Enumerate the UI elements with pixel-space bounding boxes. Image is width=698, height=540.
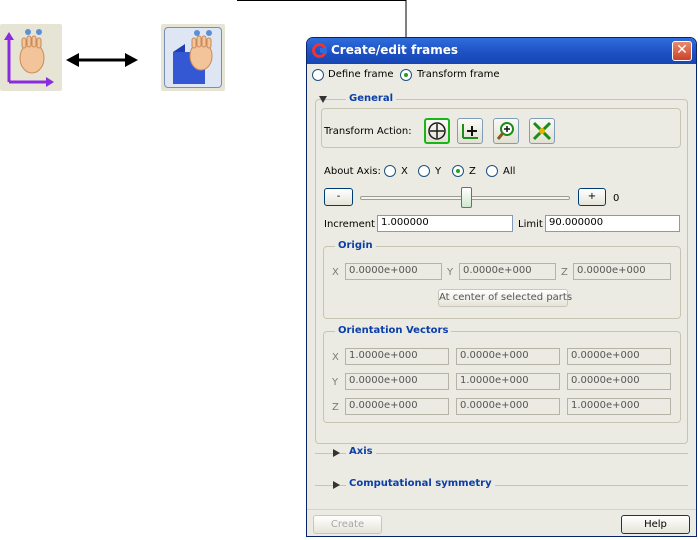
axis-z-radio[interactable] bbox=[452, 165, 464, 177]
origin-x-label: X bbox=[332, 267, 339, 278]
origin-y-field[interactable]: 0.0000e+000 bbox=[459, 263, 556, 280]
transform-frame-radio[interactable] bbox=[400, 69, 412, 81]
close-button[interactable]: ✕ bbox=[672, 41, 692, 61]
symmetry-section-title[interactable]: Computational symmetry bbox=[346, 478, 495, 489]
rotate-action-button[interactable] bbox=[424, 118, 450, 144]
limit-label: Limit bbox=[518, 219, 543, 230]
about-axis-label: About Axis: bbox=[324, 166, 381, 177]
create-edit-frames-window: Create/edit frames ✕ Define frame Transf… bbox=[306, 37, 697, 537]
orientation-cell[interactable]: 0.0000e+000 bbox=[345, 373, 449, 390]
zoom-icon bbox=[496, 122, 514, 140]
orientation-row-label: Y bbox=[332, 377, 339, 388]
translate-icon bbox=[462, 124, 478, 139]
define-frame-label: Define frame bbox=[328, 69, 394, 80]
title-bar[interactable]: Create/edit frames ✕ bbox=[307, 38, 696, 64]
increment-button[interactable]: + bbox=[578, 188, 606, 206]
axis-x-radio[interactable] bbox=[384, 165, 396, 177]
origin-z-field[interactable]: 0.0000e+000 bbox=[573, 263, 671, 280]
origin-title: Origin bbox=[335, 240, 376, 251]
limit-field[interactable]: 90.000000 bbox=[545, 215, 680, 232]
axis-all-label: All bbox=[503, 166, 516, 177]
orientation-cell[interactable]: 1.0000e+000 bbox=[345, 348, 449, 365]
at-center-button[interactable]: At center of selected parts bbox=[438, 289, 572, 307]
expand-symmetry-icon[interactable] bbox=[333, 481, 340, 489]
orientation-row-label: Z bbox=[332, 402, 339, 413]
axis-y-radio[interactable] bbox=[418, 165, 430, 177]
collapse-general-icon[interactable] bbox=[319, 96, 327, 103]
axis-x-label: X bbox=[401, 166, 408, 177]
define-frame-radio[interactable] bbox=[312, 69, 324, 81]
orientation-cell[interactable]: 1.0000e+000 bbox=[456, 373, 560, 390]
decrement-button[interactable]: - bbox=[324, 188, 353, 206]
orientation-cell[interactable]: 0.0000e+000 bbox=[456, 348, 560, 365]
orientation-title: Orientation Vectors bbox=[335, 325, 452, 336]
translate-action-button[interactable] bbox=[457, 118, 483, 144]
origin-x-field[interactable]: 0.0000e+000 bbox=[345, 263, 442, 280]
orientation-cell[interactable]: 1.0000e+000 bbox=[567, 398, 671, 415]
general-section-title[interactable]: General bbox=[346, 93, 396, 104]
origin-z-label: Z bbox=[561, 267, 568, 278]
orientation-cell[interactable]: 0.0000e+000 bbox=[567, 348, 671, 365]
increment-field[interactable]: 1.000000 bbox=[377, 215, 513, 232]
origin-y-label: Y bbox=[447, 267, 454, 278]
scale-icon bbox=[532, 121, 552, 141]
scale-action-button[interactable] bbox=[529, 118, 555, 144]
app-logo-icon bbox=[312, 43, 327, 58]
transform-frame-label: Transform frame bbox=[417, 69, 500, 80]
orientation-cell[interactable]: 0.0000e+000 bbox=[567, 373, 671, 390]
slider-value: 0 bbox=[613, 193, 620, 204]
rotate-icon bbox=[428, 122, 446, 140]
orientation-cell[interactable]: 0.0000e+000 bbox=[345, 398, 449, 415]
axis-section-title[interactable]: Axis bbox=[346, 446, 376, 457]
help-button[interactable]: Help bbox=[621, 515, 690, 534]
orientation-cell[interactable]: 0.0000e+000 bbox=[456, 398, 560, 415]
expand-axis-icon[interactable] bbox=[333, 449, 340, 457]
footer-divider bbox=[307, 509, 696, 510]
window-title: Create/edit frames bbox=[331, 43, 458, 57]
axis-z-label: Z bbox=[469, 166, 476, 177]
orientation-row-label: X bbox=[332, 352, 339, 363]
zoom-action-button[interactable] bbox=[493, 118, 519, 144]
origin-group bbox=[323, 246, 681, 319]
axis-y-label: Y bbox=[435, 166, 442, 177]
rotation-slider-thumb[interactable] bbox=[461, 187, 472, 208]
transform-action-label: Transform Action: bbox=[324, 126, 412, 137]
axis-all-radio[interactable] bbox=[486, 165, 498, 177]
increment-label: Increment bbox=[324, 219, 375, 230]
create-button[interactable]: Create bbox=[313, 515, 382, 534]
